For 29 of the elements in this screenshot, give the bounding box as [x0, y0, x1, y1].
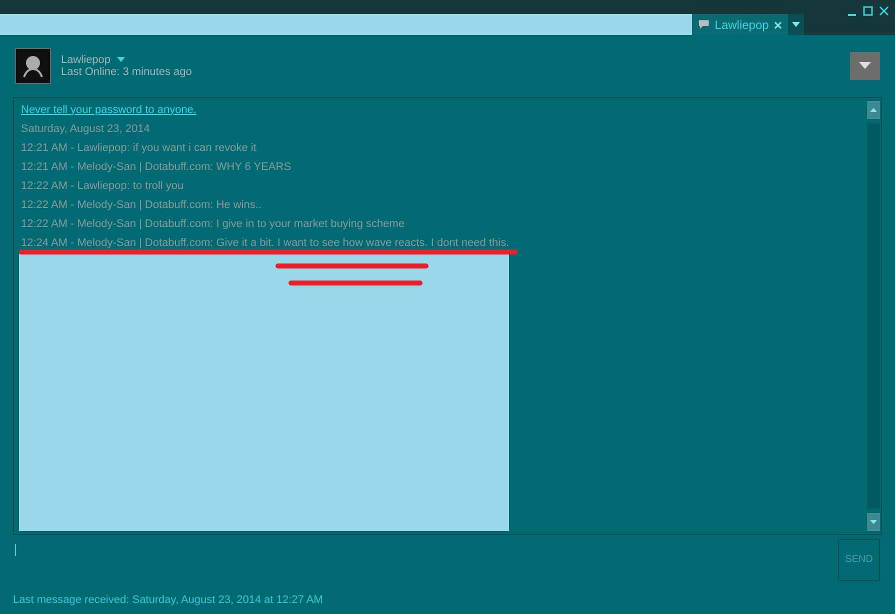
chat-bubble-icon	[698, 19, 710, 30]
up-arrow-icon	[870, 108, 876, 112]
tab-dropdown-button[interactable]	[788, 14, 804, 36]
scroll-down-button[interactable]	[866, 512, 880, 531]
tab-close-button[interactable]: ×	[774, 16, 782, 33]
close-icon[interactable]	[879, 6, 889, 16]
caret-icon[interactable]	[116, 57, 125, 62]
avatar	[15, 48, 51, 84]
password-warning-link[interactable]: Never tell your password to anyone.	[21, 102, 858, 118]
down-arrow-icon	[870, 520, 876, 524]
scroll-track[interactable]	[866, 122, 880, 509]
chat-message: 12:22 AM - Lawliepop: to troll you	[21, 178, 185, 194]
last-online: Last Online: 3 minutes ago	[61, 66, 193, 78]
caret-icon	[859, 62, 871, 70]
date-line: Saturday, August 23, 2014	[21, 122, 151, 136]
chat-tab[interactable]: Lawliepop ×	[692, 14, 788, 36]
caret-icon	[792, 22, 800, 28]
scroll-up-button[interactable]	[866, 100, 880, 118]
chat-message: 12:22 AM - Melody-San | Dotabuff.com: I give in to your market buying scheme	[21, 216, 406, 232]
chat-message: 12:21 AM - Melody-San | Dotabuff.com: WHY 6 YEARS	[21, 160, 292, 174]
chat-message: 12:24 AM - Melody-San | Dotabuff.com: Give it a bit. I want to see how wave reacts. I dont need this.	[21, 236, 510, 250]
menu-dropdown-button[interactable]	[850, 52, 880, 80]
chat-message: 12:21 AM - Lawliepop: if you want i can revoke it	[21, 140, 258, 156]
tab-label: Lawliepop	[714, 18, 769, 32]
send-button[interactable]: SEND	[838, 538, 880, 581]
chat-message: 12:22 AM - Melody-San | Dotabuff.com: He wins..	[21, 198, 262, 212]
maximize-icon[interactable]	[863, 6, 873, 16]
contact-name[interactable]: Lawliepop	[61, 54, 111, 66]
status-text: Last message received: Saturday, August 23, 2014 at 12:27 AM	[13, 594, 323, 606]
